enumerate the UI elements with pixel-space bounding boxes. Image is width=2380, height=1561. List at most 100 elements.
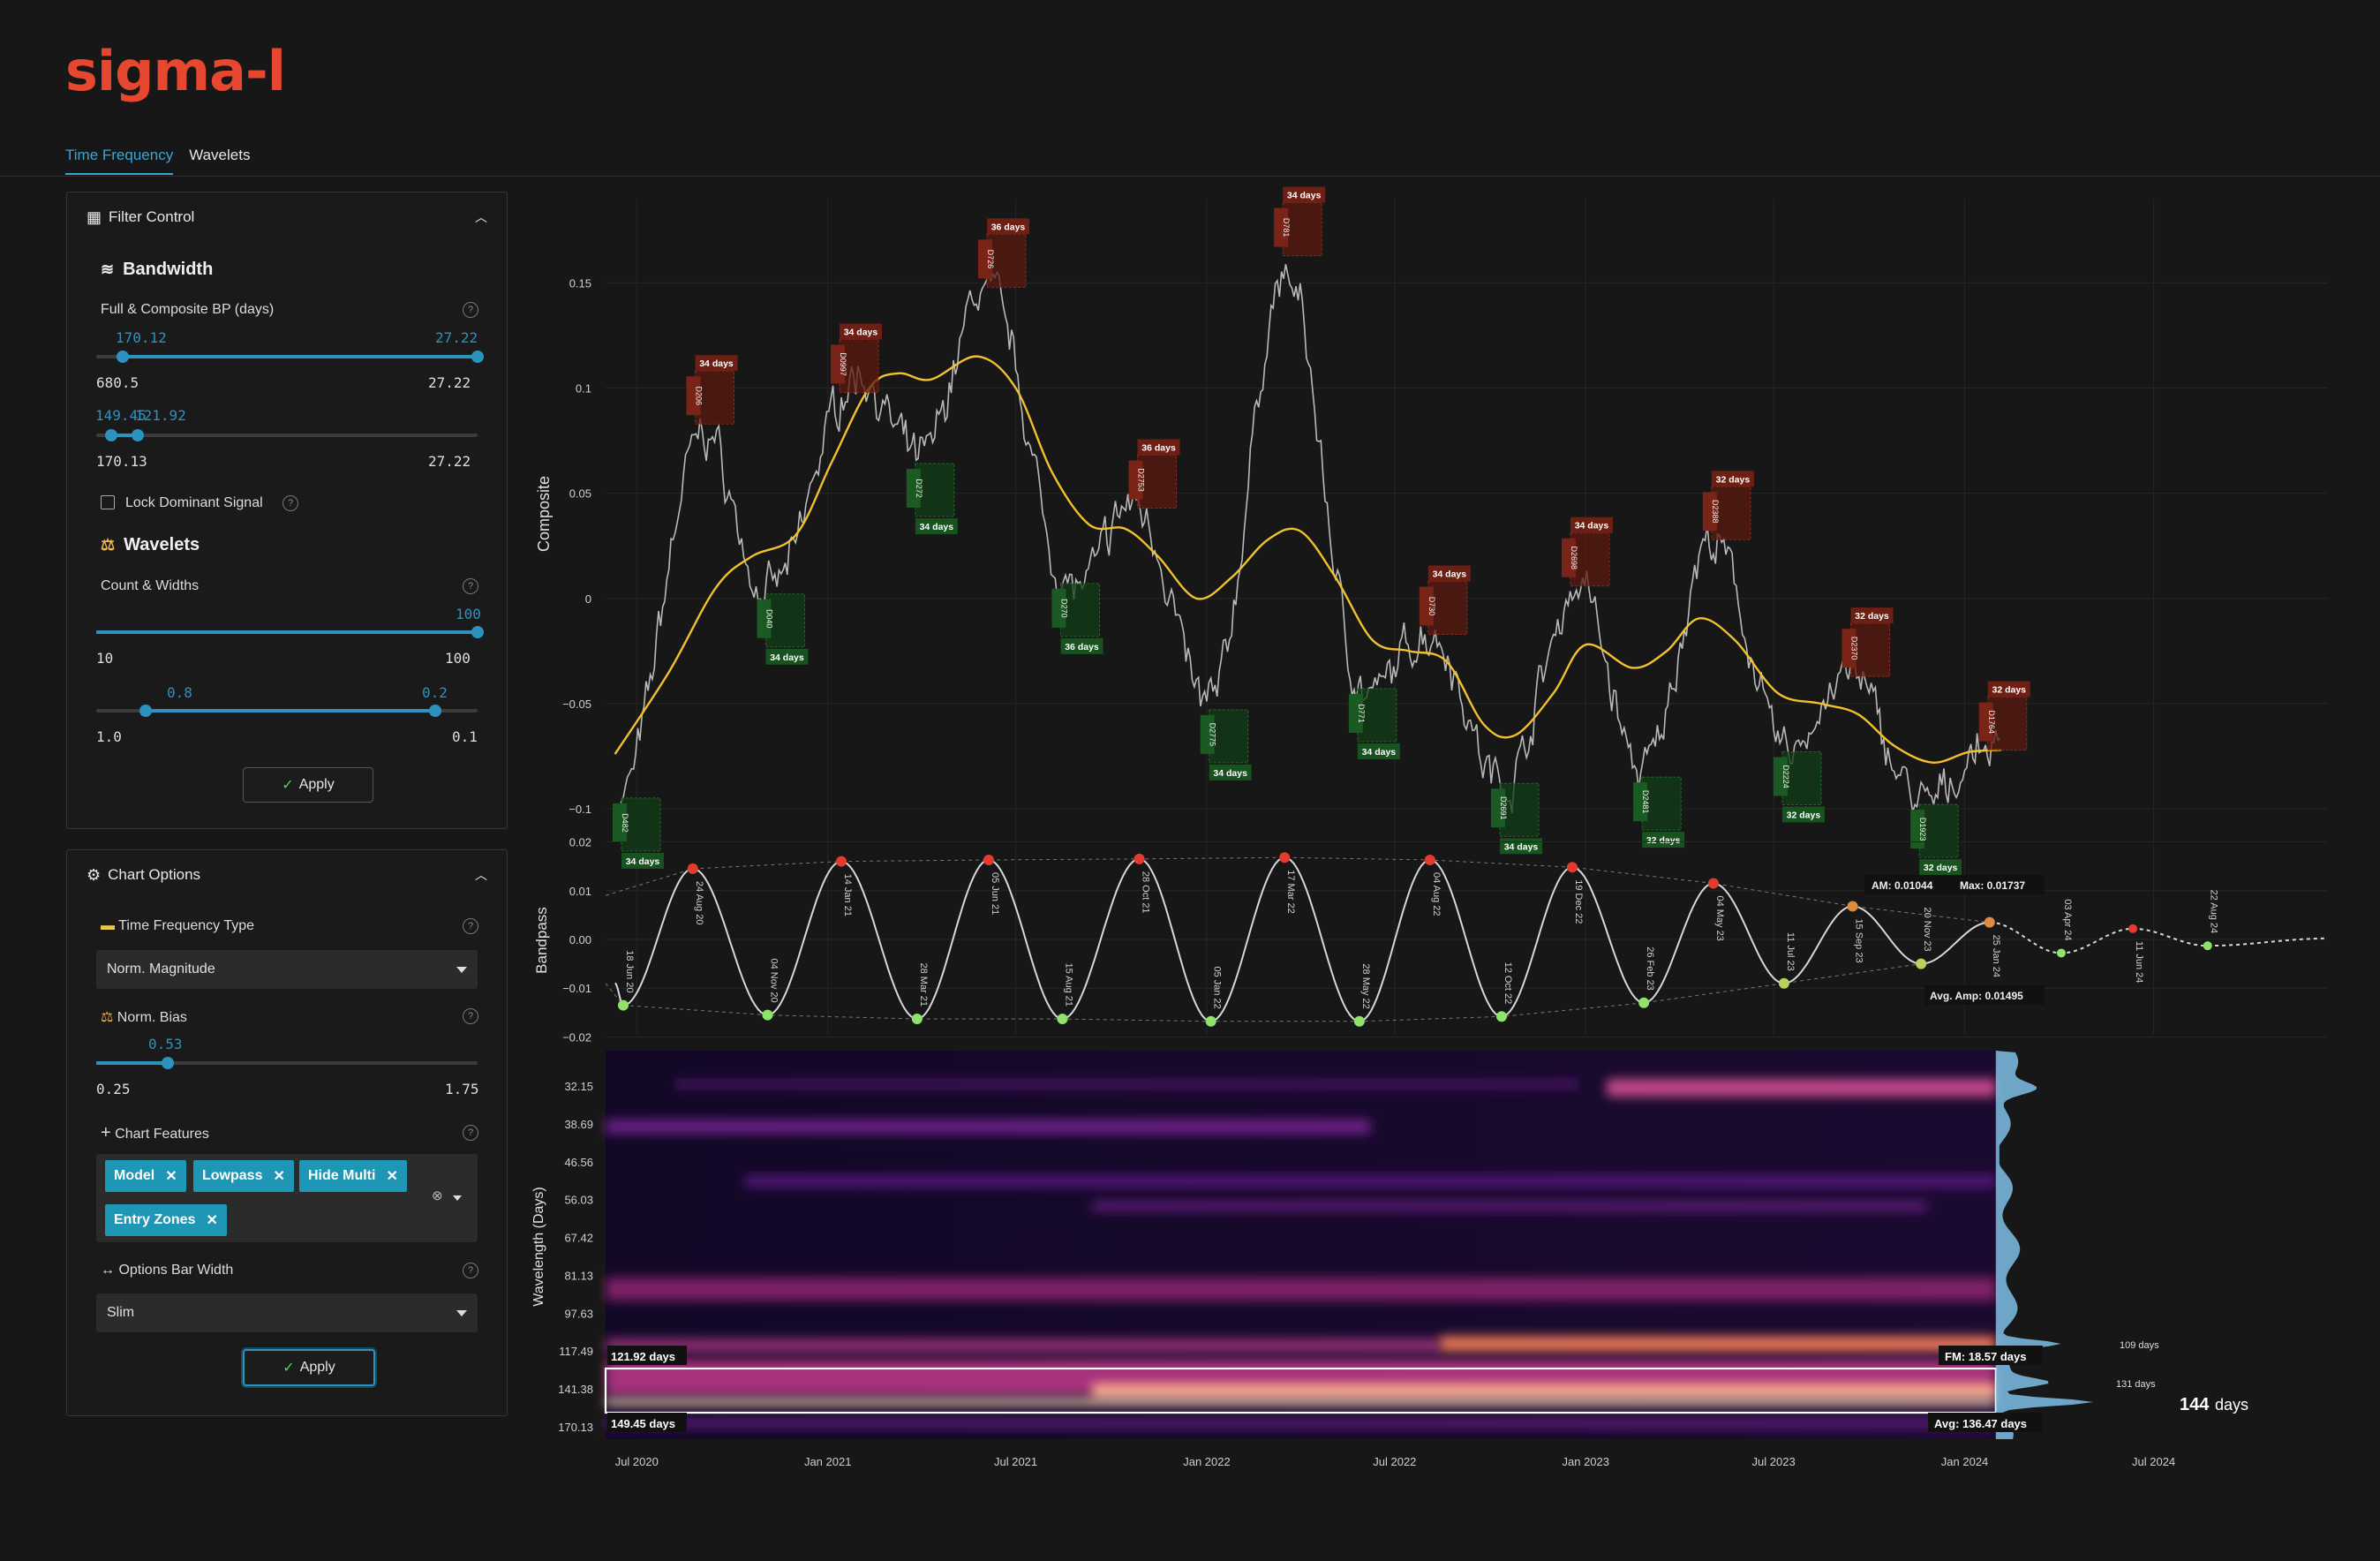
bandpass-ylabel: Bandpass xyxy=(533,907,550,974)
zone-label: 36 days xyxy=(1141,443,1176,454)
extremum-date-label: 24 Aug 20 xyxy=(694,881,704,925)
extremum-date-label: 18 Jun 20 xyxy=(624,950,635,992)
zone-code: D272 xyxy=(915,479,923,498)
peak-marker xyxy=(1984,916,1995,928)
trough-marker xyxy=(1495,1011,1507,1022)
zone-label: 32 days xyxy=(1855,611,1889,622)
dominant-cycle-value: 144 xyxy=(2180,1395,2210,1414)
zone-label: 34 days xyxy=(770,652,804,663)
x-tick-label: Jul 2023 xyxy=(1752,1455,1796,1468)
y-tick-label: −0.02 xyxy=(562,1030,591,1044)
peak-marker xyxy=(1847,901,1858,912)
zone-label: 34 days xyxy=(1575,521,1609,532)
bandpass-forecast xyxy=(1989,921,2327,954)
zone-label: 32 days xyxy=(1924,863,1958,873)
extremum-date-label: 05 Jan 22 xyxy=(1212,966,1223,1008)
y-tick-label: 56.03 xyxy=(564,1194,593,1207)
extremum-date-label: 12 Oct 22 xyxy=(1503,962,1513,1005)
extremum-date-label: 28 Mar 21 xyxy=(918,963,929,1007)
extremum-date-label: 19 Dec 22 xyxy=(1573,879,1584,924)
y-tick-label: 97.63 xyxy=(564,1307,593,1320)
time-frequency-chart[interactable]: Composite Bandpass Wavelength (Days) 0.1… xyxy=(0,0,2380,1561)
zone-code: D0997 xyxy=(839,352,847,376)
heatmap-band xyxy=(674,1078,1579,1090)
zone-code: D1764 xyxy=(1987,710,1996,734)
y-tick-label: 117.49 xyxy=(559,1345,593,1358)
zone-label: 34 days xyxy=(1504,841,1539,852)
y-tick-label: −0.1 xyxy=(569,803,591,816)
zone-label: 36 days xyxy=(1065,642,1099,652)
wavelength-spectrum xyxy=(1995,1051,2094,1439)
trough-marker xyxy=(1353,1015,1365,1027)
zone-code: D270 xyxy=(1059,599,1068,618)
zone-code: D206 xyxy=(694,386,703,405)
x-tick-label: Jan 2022 xyxy=(1183,1455,1231,1468)
x-tick-label: Jan 2024 xyxy=(1941,1455,1989,1468)
zone-label: 34 days xyxy=(1433,569,1467,580)
peak-marker xyxy=(1279,852,1291,863)
y-tick-label: −0.05 xyxy=(562,698,591,711)
trough-marker xyxy=(2056,948,2066,958)
trough-marker xyxy=(1638,997,1650,1008)
x-tick-label: Jul 2020 xyxy=(615,1455,659,1468)
lower-envelope xyxy=(605,963,1922,1022)
dominant-cycle-unit: days xyxy=(2215,1396,2248,1414)
extremum-date-label: 04 May 23 xyxy=(1714,895,1725,940)
trough-marker xyxy=(762,1009,773,1021)
composite-plot-area xyxy=(606,199,2327,819)
y-tick-label: 170.13 xyxy=(558,1421,593,1434)
zone-code: D730 xyxy=(1427,597,1436,616)
x-tick-label: Jul 2022 xyxy=(1373,1455,1416,1468)
extremum-date-label: 25 Jan 24 xyxy=(1991,935,2001,977)
trough-marker xyxy=(617,999,629,1011)
y-tick-label: 141.38 xyxy=(558,1383,593,1396)
zone-label: 34 days xyxy=(844,327,878,337)
extremum-date-label: 28 Oct 21 xyxy=(1141,871,1151,914)
extremum-date-label: 11 Jun 24 xyxy=(2134,941,2144,984)
extremum-date-label: 17 Mar 22 xyxy=(1285,870,1296,914)
band-upper-label: 121.92 days xyxy=(611,1350,675,1363)
extremum-date-label: 28 May 22 xyxy=(1360,963,1371,1008)
trough-marker xyxy=(1916,958,1927,969)
zone-code: D2691 xyxy=(1499,796,1508,820)
y-tick-label: 0 xyxy=(585,592,591,606)
heatmap-band xyxy=(606,1418,1996,1429)
zone-code: D2775 xyxy=(1209,723,1217,747)
composite-ylabel: Composite xyxy=(535,476,553,552)
y-tick-label: 32.15 xyxy=(564,1080,593,1093)
y-tick-label: 38.69 xyxy=(564,1118,593,1131)
zone-label: 34 days xyxy=(920,522,954,532)
extremum-date-label: 22 Aug 24 xyxy=(2209,890,2219,934)
peak-marker xyxy=(2128,924,2138,933)
heatmap-band xyxy=(1439,1336,1996,1352)
heatmap-panel: 32.15 38.69 46.56 56.03 67.42 81.13 97.63 117.4… xyxy=(558,1051,2175,1468)
zone-label: 34 days xyxy=(1362,747,1397,758)
y-tick-label: 0.15 xyxy=(569,276,591,290)
extremum-date-label: 26 Feb 23 xyxy=(1645,946,1655,991)
extremum-date-label: 20 Nov 23 xyxy=(1922,907,1932,951)
y-tick-label: 67.42 xyxy=(564,1232,593,1245)
trough-marker xyxy=(1778,977,1789,989)
trough-marker xyxy=(2203,941,2212,951)
heatmap-band xyxy=(606,1120,1371,1134)
x-tick-label: Jan 2023 xyxy=(1563,1455,1610,1468)
trough-marker xyxy=(1205,1015,1216,1027)
zone-label: 32 days xyxy=(1646,835,1681,846)
zone-label: 34 days xyxy=(699,358,734,369)
extremum-date-label: 11 Jul 23 xyxy=(1785,932,1796,971)
zone-code: D1923 xyxy=(1918,818,1927,841)
zone-code: D040 xyxy=(764,609,773,629)
fm-label: FM: 18.57 days xyxy=(1945,1350,2027,1363)
zone-label: 32 days xyxy=(1992,685,2026,696)
heatmap-band xyxy=(1092,1384,1996,1398)
heatmap-band xyxy=(606,1339,1440,1353)
zone-label: 34 days xyxy=(626,856,660,867)
heatmap-band xyxy=(1092,1201,1927,1211)
max-label: Max: 0.01737 xyxy=(1960,879,2025,892)
zone-label: 32 days xyxy=(1716,474,1751,485)
peak-marker xyxy=(1424,854,1435,865)
zone-code: D2388 xyxy=(1711,500,1720,524)
peak-marker xyxy=(835,856,847,867)
y-tick-label: 0.05 xyxy=(569,487,591,501)
heatmap-band xyxy=(744,1175,1996,1188)
